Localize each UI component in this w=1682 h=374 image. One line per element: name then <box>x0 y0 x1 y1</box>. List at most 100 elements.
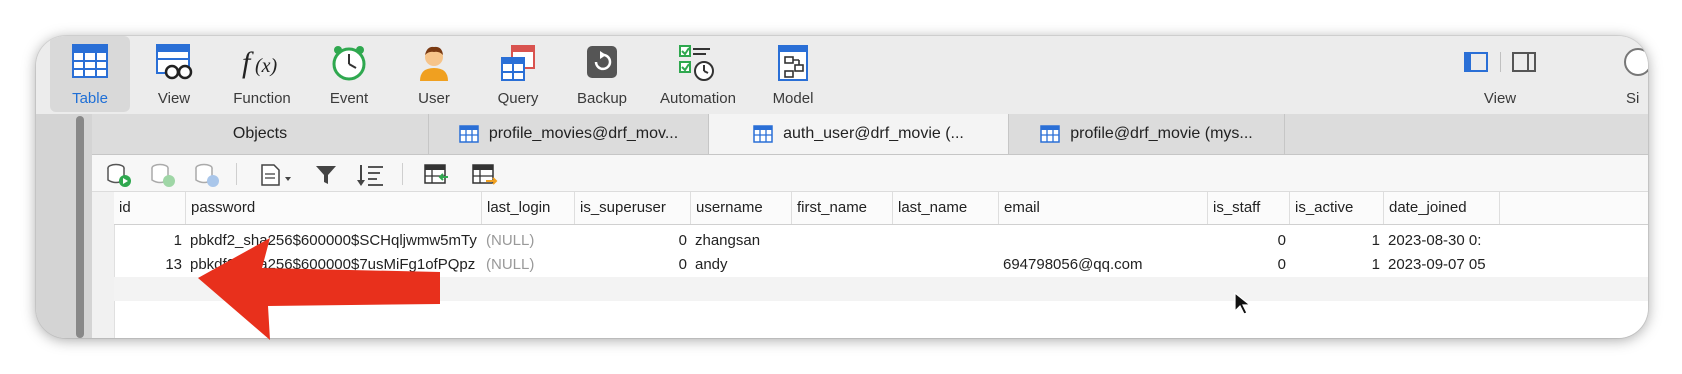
toolbar-label: Backup <box>576 90 628 107</box>
toolbar-label: View <box>157 90 191 107</box>
cell-username[interactable]: zhangsan <box>691 229 792 253</box>
main-toolbar: Table View f (x) Function Event User Que… <box>36 36 1648 114</box>
column-header-email[interactable]: email <box>999 192 1208 224</box>
sidebar-scrollbar[interactable] <box>76 116 84 338</box>
cell-date-joined[interactable]: 2023-09-07 05 <box>1384 253 1500 277</box>
cell-password[interactable]: pbkdf2_sha256$600000$SCHqljwmw5mTy <box>186 229 482 253</box>
tab-label: auth_user@drf_movie (... <box>783 125 964 142</box>
toolbar-label: Si <box>1626 90 1640 107</box>
toolbar-label: Query <box>497 90 539 107</box>
table-icon <box>753 125 773 143</box>
right-panel-icon[interactable] <box>1512 52 1536 72</box>
toolbar-automation-button[interactable]: Automation <box>648 36 748 112</box>
automation-icon <box>679 45 714 81</box>
svg-text:f: f <box>242 46 254 79</box>
table-toolbar <box>92 155 1648 192</box>
cell-id[interactable]: 13 <box>114 253 186 277</box>
toolbar-user-button[interactable]: User <box>394 36 474 112</box>
tab-label: profile@drf_movie (mys... <box>1070 125 1253 142</box>
tab-auth-user[interactable]: auth_user@drf_movie (... <box>709 114 1009 154</box>
svg-text:(x): (x) <box>255 55 278 77</box>
column-header-id[interactable]: id <box>114 192 186 224</box>
rollback-icon[interactable] <box>194 163 220 187</box>
grid-header: id password last_login is_superuser user… <box>114 192 1648 225</box>
cell-password[interactable]: pbkdf2_sha256$600000$7usMiFg1ofPQpz <box>186 253 482 277</box>
column-header-last-login[interactable]: last_login <box>482 192 575 224</box>
data-grid: id password last_login is_superuser user… <box>92 192 1648 338</box>
cell-last-name[interactable] <box>893 229 999 253</box>
toolbar-query-button[interactable]: Query <box>478 36 558 112</box>
toolbar-view-button[interactable]: View <box>136 36 212 112</box>
cell-is-superuser[interactable]: 0 <box>575 229 691 253</box>
table-row[interactable]: 1 pbkdf2_sha256$600000$SCHqljwmw5mTy (NU… <box>114 229 1648 253</box>
commit-icon[interactable] <box>150 163 176 187</box>
user-icon <box>420 46 448 81</box>
tab-bar: Objects profile_movies@drf_mov... auth_u… <box>92 114 1648 155</box>
cell-email[interactable]: 694798056@qq.com <box>999 253 1208 277</box>
toolbar-label: Table <box>72 90 108 107</box>
cell-username[interactable]: andy <box>691 253 792 277</box>
row-gutter <box>92 192 115 338</box>
cell-is-staff[interactable]: 0 <box>1208 229 1290 253</box>
tab-profile[interactable]: profile@drf_movie (mys... <box>1009 114 1285 154</box>
column-header-first-name[interactable]: first_name <box>792 192 893 224</box>
cell-email[interactable] <box>999 229 1208 253</box>
column-header-last-name[interactable]: last_name <box>893 192 999 224</box>
divider <box>1500 52 1501 72</box>
begin-transaction-icon[interactable] <box>106 163 132 187</box>
column-header-is-active[interactable]: is_active <box>1290 192 1384 224</box>
divider <box>402 163 403 185</box>
toolbar-label: User <box>418 90 450 107</box>
divider <box>236 163 237 185</box>
search-icon <box>1624 48 1648 76</box>
backup-icon <box>587 46 617 78</box>
toolbar-view-toggle[interactable]: View <box>1450 36 1550 112</box>
navicat-window: Table View f (x) Function Event User Que… <box>36 36 1648 338</box>
tab-label: Objects <box>232 125 288 142</box>
column-header-is-staff[interactable]: is_staff <box>1208 192 1290 224</box>
export-icon[interactable] <box>472 163 498 187</box>
cell-date-joined[interactable]: 2023-08-30 0: <box>1384 229 1500 253</box>
cell-is-staff[interactable]: 0 <box>1208 253 1290 277</box>
toolbar-table-button[interactable]: Table <box>50 36 130 112</box>
left-panel-icon[interactable] <box>1464 52 1488 72</box>
toolbar-label: View <box>1483 90 1517 107</box>
toolbar-backup-button[interactable]: Backup <box>564 36 640 112</box>
sort-icon[interactable] <box>356 163 384 187</box>
toolbar-model-button[interactable]: Model <box>756 36 830 112</box>
column-header-username[interactable]: username <box>691 192 792 224</box>
column-header-date-joined[interactable]: date_joined <box>1384 192 1500 224</box>
cell-is-active[interactable]: 1 <box>1290 229 1384 253</box>
toolbar-function-button[interactable]: f (x) Function <box>216 36 308 112</box>
toolbar-label: Automation <box>660 90 736 107</box>
text-view-icon[interactable] <box>260 163 296 187</box>
cell-last-login[interactable]: (NULL) <box>482 229 575 253</box>
cell-id[interactable]: 1 <box>114 229 186 253</box>
cell-last-login[interactable]: (NULL) <box>482 253 575 277</box>
toolbar-event-button[interactable]: Event <box>312 36 386 112</box>
table-icon <box>459 125 479 143</box>
tab-profile-movies[interactable]: profile_movies@drf_mov... <box>429 114 709 154</box>
toolbar-label: Function <box>233 90 291 107</box>
column-header-password[interactable]: password <box>186 192 482 224</box>
clock-icon <box>332 46 366 81</box>
table-row[interactable]: 13 pbkdf2_sha256$600000$7usMiFg1ofPQpz (… <box>114 253 1648 277</box>
toolbar-label: Model <box>772 90 814 107</box>
toolbar-search-button[interactable]: Si <box>1620 36 1648 112</box>
column-header-is-superuser[interactable]: is_superuser <box>575 192 691 224</box>
cell-is-active[interactable]: 1 <box>1290 253 1384 277</box>
table-icon <box>72 44 108 78</box>
cell-first-name[interactable] <box>792 253 893 277</box>
model-icon <box>778 45 808 81</box>
table-icon <box>1040 125 1060 143</box>
filter-icon[interactable] <box>314 163 338 187</box>
tab-objects[interactable]: Objects <box>92 114 429 154</box>
query-icon <box>501 45 535 81</box>
function-icon: f (x) <box>242 46 278 79</box>
cell-last-name[interactable] <box>893 253 999 277</box>
cell-first-name[interactable] <box>792 229 893 253</box>
view-icon <box>156 44 193 80</box>
import-icon[interactable] <box>424 163 450 187</box>
cell-is-superuser[interactable]: 0 <box>575 253 691 277</box>
empty-row <box>114 277 1648 301</box>
